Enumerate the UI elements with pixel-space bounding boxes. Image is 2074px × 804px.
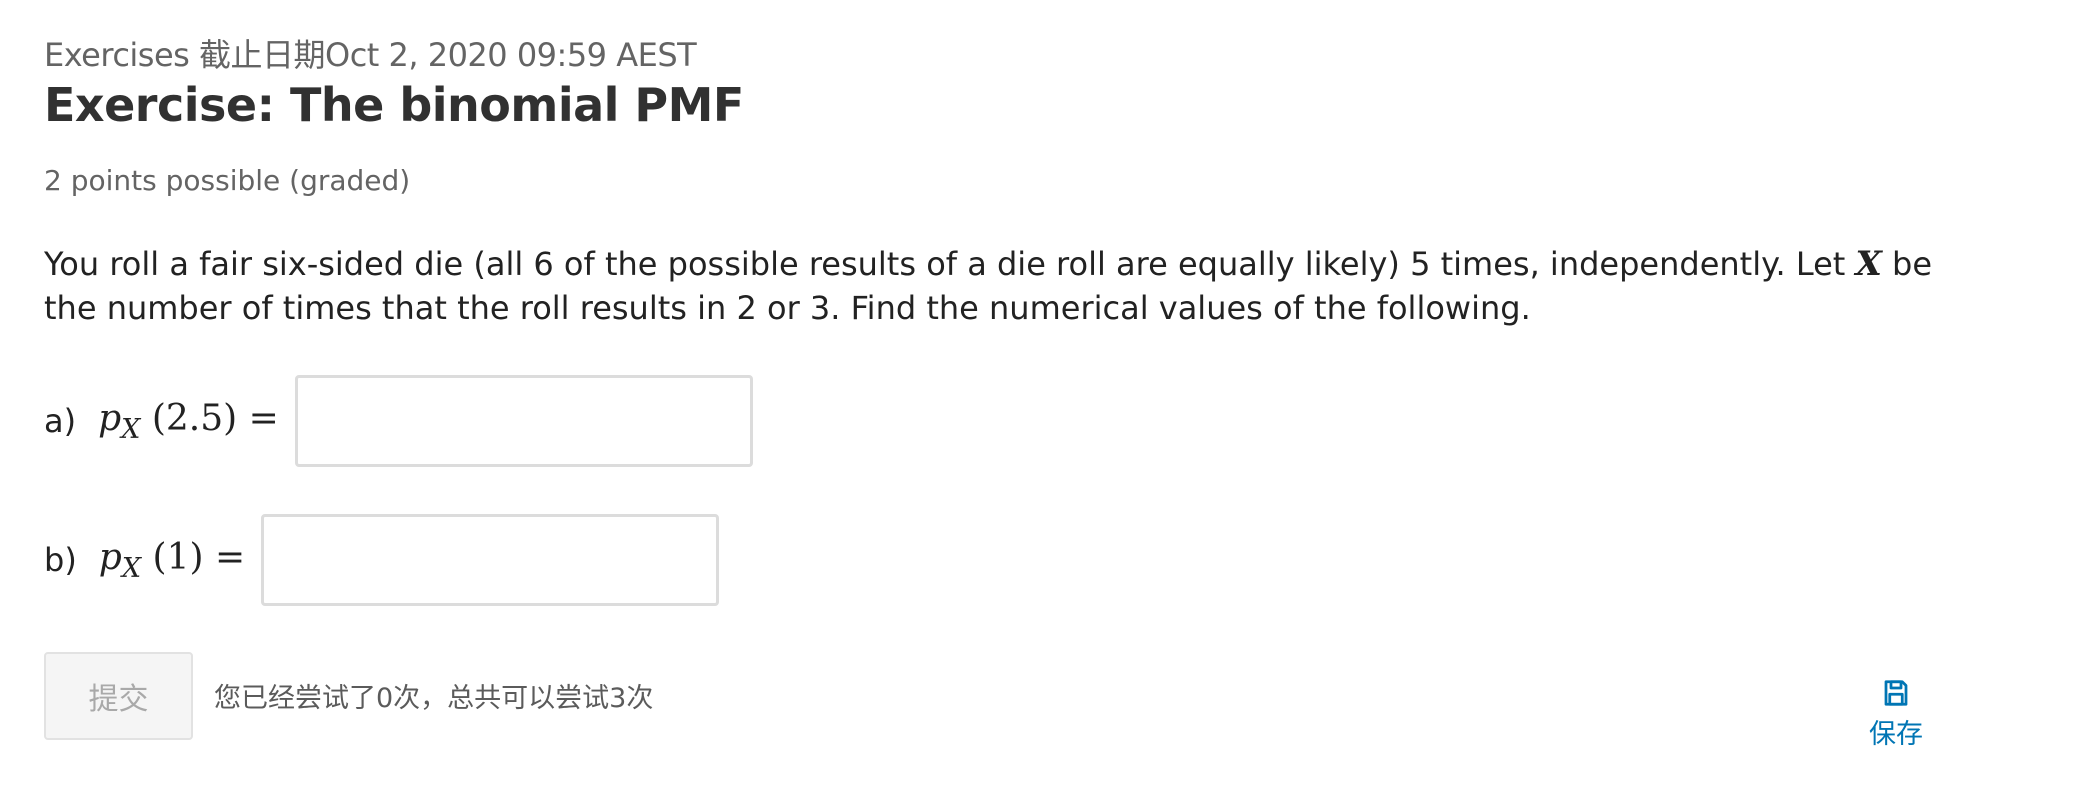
save-button[interactable]: 保存 xyxy=(1856,678,1936,751)
question-label: b) xyxy=(44,541,77,579)
attempts-text: 您已经尝试了0次，总共可以尝试3次 xyxy=(214,683,654,714)
submit-button[interactable]: 提交 xyxy=(44,652,193,740)
problem-title: Exercise: The binomial PMF xyxy=(44,78,744,132)
floppy-disk-icon xyxy=(1884,680,1908,706)
question-b: b) pX (1) = xyxy=(44,514,720,606)
question-label: a) xyxy=(44,402,77,440)
math-function: p xyxy=(98,397,122,439)
answer-input-b[interactable] xyxy=(261,514,720,606)
math-subscript: X xyxy=(121,413,141,445)
save-label: 保存 xyxy=(1869,719,1923,750)
question-math: pX (2.5) = xyxy=(98,398,279,445)
answer-input-a[interactable] xyxy=(294,375,753,467)
math-subscript: X xyxy=(121,552,142,584)
problem-statement: You roll a fair six-sided die (all 6 of … xyxy=(44,242,1944,330)
question-math: pX (1) = xyxy=(99,537,245,584)
problem-page: Exercises 截止日期Oct 2, 2020 09:59 AEST Exe… xyxy=(0,0,2074,804)
math-function: p xyxy=(98,536,122,578)
question-a: a) pX (2.5) = xyxy=(44,375,753,467)
math-argument: (1) = xyxy=(141,536,246,578)
math-variable: X xyxy=(1855,244,1882,284)
subsection-due-date: Exercises 截止日期Oct 2, 2020 09:59 AEST xyxy=(44,36,697,74)
points-possible: 2 points possible (graded) xyxy=(44,164,411,197)
math-argument: (2.5) = xyxy=(140,397,279,439)
problem-text-before: You roll a fair six-sided die (all 6 of … xyxy=(44,245,1856,283)
